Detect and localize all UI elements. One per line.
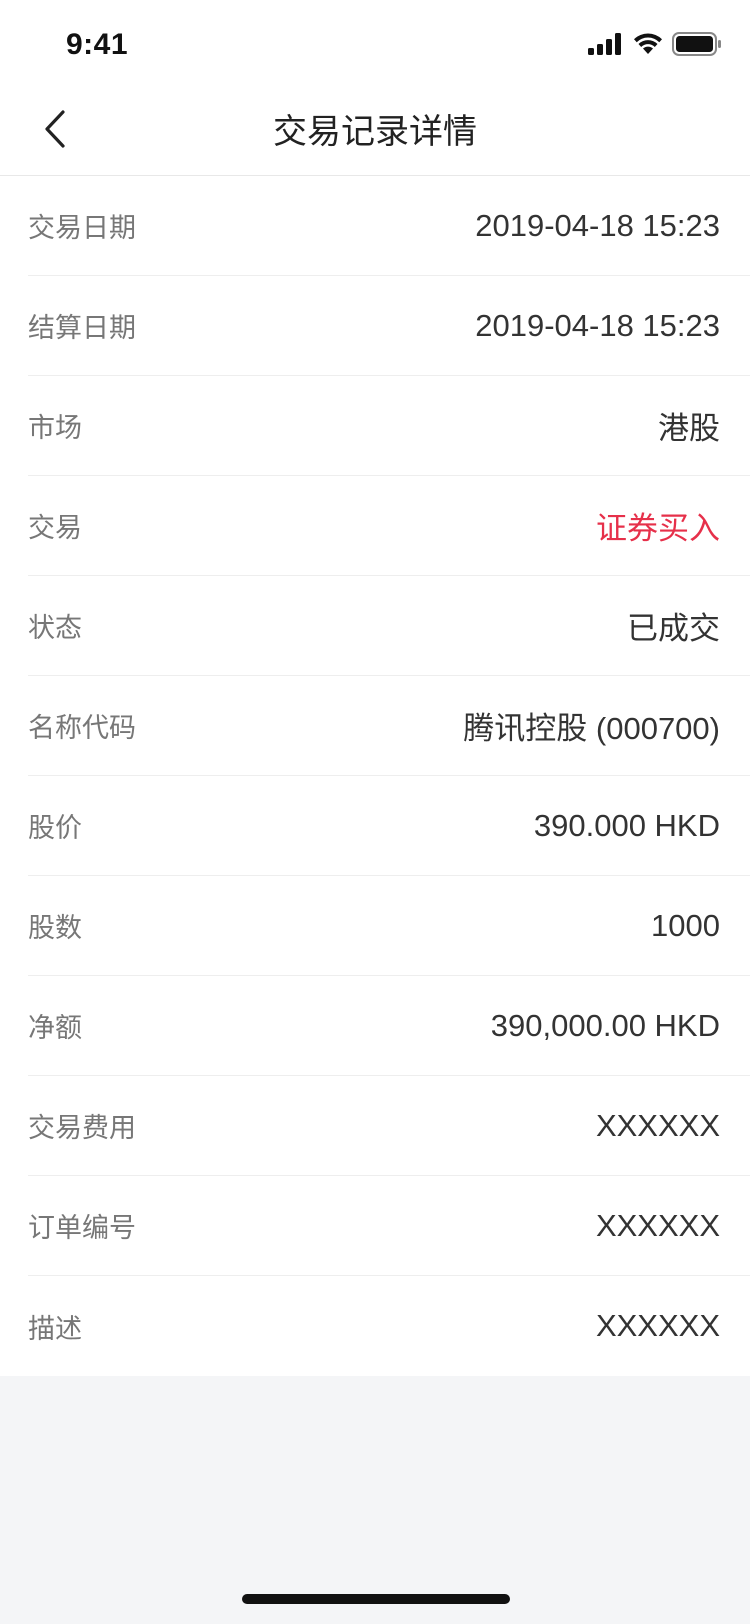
detail-row-trade-fee: 交易费用 XXXXXX (28, 1076, 750, 1176)
trade-date-value: 2019-04-18 15:23 (475, 207, 720, 243)
share-quantity-value: 1000 (651, 907, 720, 943)
name-code-value: 腾讯控股 (000700) (463, 711, 720, 746)
status-value: 已成交 (627, 611, 720, 646)
detail-row-name-code: 名称代码 腾讯控股 (000700) (28, 676, 750, 776)
settlement-date-label: 结算日期 (28, 313, 136, 343)
share-quantity-label: 股数 (28, 913, 82, 943)
trade-fee-label: 交易费用 (28, 1113, 136, 1143)
net-amount-label: 净额 (28, 1013, 82, 1043)
name-code-label: 名称代码 (28, 713, 136, 743)
detail-row-settlement-date: 结算日期 2019-04-18 15:23 (28, 276, 750, 376)
page-title: 交易记录详情 (273, 113, 477, 151)
battery-icon (672, 31, 722, 61)
wifi-icon (632, 32, 664, 61)
status-label: 状态 (28, 613, 82, 643)
detail-row-share-price: 股价 390.000 HKD (28, 776, 750, 876)
status-time: 9:41 (66, 28, 129, 61)
trade-fee-value: XXXXXX (595, 1107, 720, 1143)
navigation-bar: 交易记录详情 (0, 88, 750, 176)
transaction-detail-list: 交易日期 2019-04-18 15:23 结算日期 2019-04-18 15… (0, 176, 750, 1376)
detail-row-net-amount: 净额 390,000.00 HKD (28, 976, 750, 1076)
detail-row-share-quantity: 股数 1000 (28, 876, 750, 976)
detail-row-trade-date: 交易日期 2019-04-18 15:23 (28, 176, 750, 276)
market-label: 市场 (28, 413, 82, 443)
description-value: XXXXXX (595, 1308, 720, 1343)
home-indicator[interactable] (242, 1594, 510, 1604)
detail-row-trade-type: 交易 证券买入 (28, 476, 750, 576)
detail-row-status: 状态 已成交 (28, 576, 750, 676)
share-price-value: 390.000 HKD (533, 807, 720, 843)
trade-date-label: 交易日期 (28, 213, 136, 243)
detail-row-market: 市场 港股 (28, 376, 750, 476)
cellular-signal-icon (588, 32, 624, 60)
share-price-label: 股价 (28, 813, 82, 843)
status-icons (588, 31, 722, 61)
net-amount-value: 390,000.00 HKD (490, 1007, 720, 1043)
trade-type-value: 证券买入 (596, 511, 720, 546)
settlement-date-value: 2019-04-18 15:23 (475, 307, 720, 343)
order-number-value: XXXXXX (595, 1207, 720, 1243)
trade-type-label: 交易 (28, 513, 82, 543)
detail-row-description: 描述 XXXXXX (28, 1276, 750, 1376)
order-number-label: 订单编号 (28, 1213, 136, 1243)
status-bar: 9:41 (0, 0, 750, 88)
description-label: 描述 (28, 1313, 82, 1344)
detail-row-order-number: 订单编号 XXXXXX (28, 1176, 750, 1276)
market-value: 港股 (658, 411, 720, 446)
